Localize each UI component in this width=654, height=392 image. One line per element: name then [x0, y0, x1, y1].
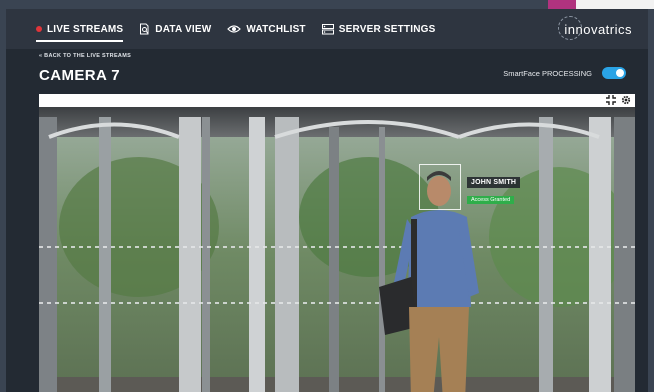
brand-name: innovatrics — [564, 21, 632, 37]
nav-watchlist[interactable]: WATCHLIST — [227, 9, 306, 49]
processing-toggle[interactable] — [602, 67, 626, 79]
video-toolbar — [39, 94, 635, 107]
identified-person-name: JOHN SMITH — [467, 177, 521, 188]
brand-accent-pink — [548, 0, 576, 9]
app-window: LIVE STREAMS DATA VIEW WATCHLIST SERVER … — [6, 9, 648, 392]
nav-data-view[interactable]: DATA VIEW — [139, 9, 211, 49]
nav-live-streams-label: LIVE STREAMS — [47, 23, 124, 35]
nav-menu: LIVE STREAMS DATA VIEW WATCHLIST SERVER … — [36, 9, 451, 49]
gear-icon[interactable] — [621, 95, 631, 105]
document-search-icon — [139, 23, 150, 35]
face-detection-box — [419, 164, 461, 210]
fullscreen-icon[interactable] — [606, 95, 616, 105]
top-navigation: LIVE STREAMS DATA VIEW WATCHLIST SERVER … — [6, 9, 648, 49]
nav-server-settings[interactable]: SERVER SETTINGS — [321, 9, 436, 49]
nav-watchlist-label: WATCHLIST — [246, 23, 306, 35]
camera-video-feed: JOHN SMITH Access Granted — [39, 107, 635, 392]
brand-accent-white — [576, 0, 654, 9]
access-status-badge: Access Granted — [467, 196, 515, 204]
brand-logo: innovatrics — [558, 15, 632, 43]
eye-icon — [227, 24, 242, 34]
nav-data-view-label: DATA VIEW — [155, 23, 212, 35]
video-tools — [606, 95, 631, 105]
back-to-live-streams-link[interactable]: « BACK TO THE LIVE STREAMS — [39, 53, 131, 59]
processing-label: SmartFace PROCESSING — [503, 68, 592, 78]
nav-server-settings-label: SERVER SETTINGS — [338, 23, 436, 35]
video-panel: JOHN SMITH Access Granted — [39, 94, 635, 392]
page-title: CAMERA 7 — [39, 67, 120, 84]
nav-live-streams[interactable]: LIVE STREAMS — [36, 9, 124, 49]
live-dot-icon — [36, 26, 42, 32]
identity-card: JOHN SMITH Access Granted — [467, 177, 521, 206]
processing-control: SmartFace PROCESSING — [503, 67, 626, 79]
camera-scene — [39, 107, 635, 392]
server-settings-icon — [321, 23, 334, 35]
